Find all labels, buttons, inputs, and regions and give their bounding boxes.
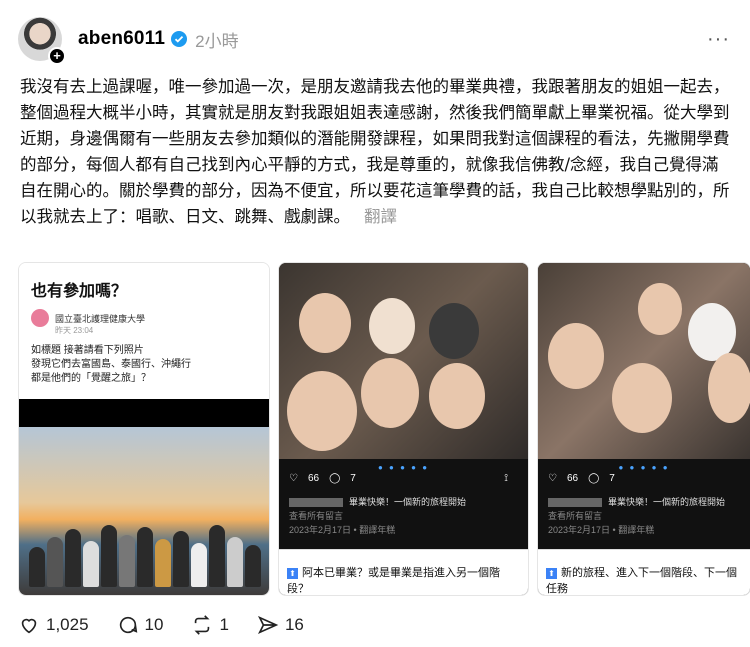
blurred-username <box>548 498 602 508</box>
media-card-3[interactable]: ● ● ● ● ● ♡ 66 ◯ 7 畢業快樂！一個新的旅程開始 查看所有留言 … <box>537 262 750 596</box>
post-actions: 1,025 10 1 16 <box>18 614 332 636</box>
heart-icon: ♡ <box>289 473 298 484</box>
card3-comments: 7 <box>609 473 615 484</box>
post-time: 2小時 <box>195 31 239 51</box>
card1-question: 也有參加嗎？ <box>31 283 128 300</box>
group-photo-3 <box>538 263 750 459</box>
repost-count: 1 <box>219 615 229 634</box>
blurred-username <box>289 498 343 508</box>
post-body: 我沒有去上過課喔，唯一參加過一次，是朋友邀請我去他的畢業典禮，我跟著朋友的姐姐一… <box>20 74 732 230</box>
group-silhouettes <box>29 517 261 587</box>
carousel-dots: ● ● ● ● ● <box>618 463 670 472</box>
media-card-1[interactable]: 也有參加嗎？ 國立臺北護理健康大學 昨天 23:04 如標題 接著請看下列照片 … <box>18 262 270 596</box>
carousel-dots: ● ● ● ● ● <box>377 463 430 472</box>
card1-line: 都是他們的「覺醒之旅」？ <box>31 373 151 384</box>
card2-caption: 畢業快樂！一個新的旅程開始 查看所有留言 2023年2月17日 • 翻譯年糕 <box>289 495 518 537</box>
bookmark-icon: ⟟ <box>504 473 508 484</box>
card3-caption: 畢業快樂！一個新的旅程開始 查看所有留言 2023年2月17日 • 翻譯年糕 <box>548 495 740 537</box>
card3-note: ⬆ 新的旅程、進入下一個階段、下一個任務 <box>538 549 750 595</box>
card2-likes: 66 <box>307 473 320 484</box>
more-options-icon[interactable]: ··· <box>707 28 730 51</box>
arrow-up-icon: ⬆ <box>287 567 298 579</box>
repost-button[interactable]: 1 <box>191 614 229 636</box>
card3-likes: 66 <box>566 473 579 484</box>
school-logo-icon <box>31 309 49 327</box>
comment-count: 10 <box>144 615 164 634</box>
heart-icon <box>21 618 37 634</box>
comment-icon <box>119 616 137 634</box>
verified-badge-icon <box>171 31 188 47</box>
card1-body: 如標題 接著請看下列照片 發現它們去富國島、泰國行、沖繩行 都是他們的「覺醒之旅… <box>31 344 257 386</box>
card2-caption-text: 畢業快樂！一個新的旅程開始 <box>349 497 467 507</box>
avatar[interactable]: + <box>18 17 66 65</box>
card1-line: 發現它們去富國島、泰國行、沖繩行 <box>31 359 191 370</box>
post-header: + aben6011 2小時 ··· <box>18 14 730 65</box>
comment-icon: ◯ <box>588 473 600 484</box>
sunset-group-photo <box>19 427 269 595</box>
card2-view-comments: 查看所有留言 <box>289 511 344 521</box>
card2-stats: ♡ 66 ◯ 7 ⟟ <box>289 473 518 484</box>
translate-link[interactable]: 翻譯 <box>364 207 397 226</box>
like-count: 1,025 <box>46 615 89 634</box>
media-carousel[interactable]: 也有參加嗎？ 國立臺北護理健康大學 昨天 23:04 如標題 接著請看下列照片 … <box>18 262 750 596</box>
username[interactable]: aben6011 <box>78 28 165 50</box>
follow-plus-icon[interactable]: + <box>48 47 66 65</box>
card1-text-area: 也有參加嗎？ 國立臺北護理健康大學 昨天 23:04 如標題 接著請看下列照片 … <box>19 263 269 399</box>
share-count: 16 <box>284 615 304 634</box>
card2-date: 2023年2月17日 • 翻譯年糕 <box>289 525 396 535</box>
card1-divider <box>19 399 269 427</box>
arrow-up-icon: ⬆ <box>546 567 557 579</box>
card2-note-text: 阿本已畢業？或是畢業是指進入另一個階段？ <box>287 567 500 595</box>
card1-line: 如標題 接著請看下列照片 <box>31 345 144 356</box>
card3-stats: ♡ 66 ◯ 7 <box>548 473 740 484</box>
comment-button[interactable]: 10 <box>117 614 164 636</box>
card3-date: 2023年2月17日 • 翻譯年糕 <box>548 525 655 535</box>
repost-icon <box>194 615 210 635</box>
card1-source-date: 昨天 23:04 <box>55 326 94 335</box>
comment-icon: ◯ <box>329 473 341 484</box>
group-selfie-photo <box>279 263 528 459</box>
card3-note-text: 新的旅程、進入下一個階段、下一個任務 <box>546 567 737 595</box>
card3-view-comments: 查看所有留言 <box>548 511 603 521</box>
card2-note: ⬆ 阿本已畢業？或是畢業是指進入另一個階段？ <box>279 549 528 595</box>
share-button[interactable]: 16 <box>257 614 304 636</box>
send-icon <box>257 615 279 635</box>
card2-comments: 7 <box>350 473 356 484</box>
media-card-2[interactable]: ● ● ● ● ● ♡ 66 ◯ 7 ⟟ 畢業快樂！一個新的旅程開始 查看所有留… <box>278 262 529 596</box>
card3-caption-text: 畢業快樂！一個新的旅程開始 <box>608 497 726 507</box>
like-button[interactable]: 1,025 <box>18 614 89 636</box>
post-text: 我沒有去上過課喔，唯一參加過一次，是朋友邀請我去他的畢業典禮，我跟著朋友的姐姐一… <box>20 77 730 226</box>
card1-source-name: 國立臺北護理健康大學 <box>55 313 146 324</box>
heart-icon: ♡ <box>548 473 557 484</box>
